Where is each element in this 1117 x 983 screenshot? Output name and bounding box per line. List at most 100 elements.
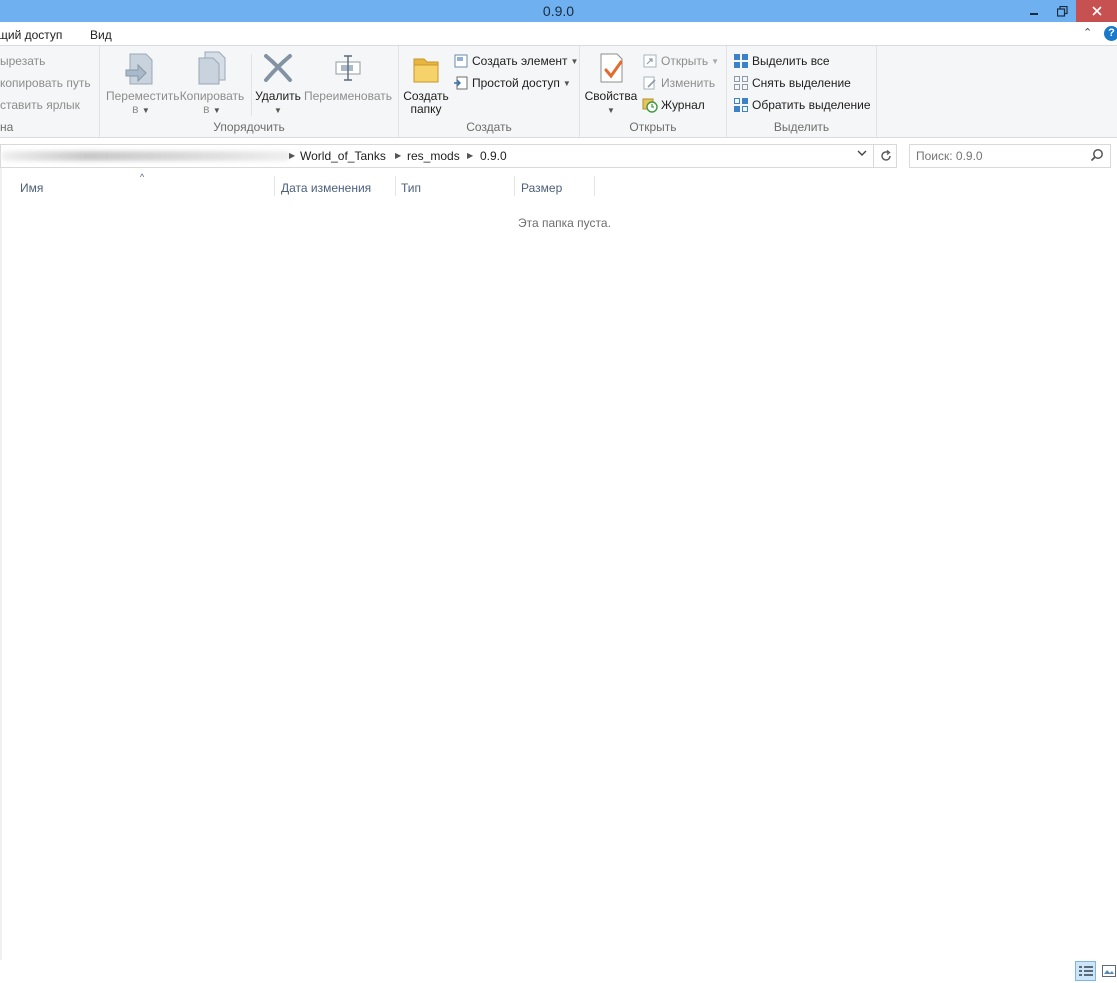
open-group-label: Открыть <box>629 120 677 134</box>
copy-path-label: копировать путь <box>0 76 91 90</box>
large-icons-view-icon <box>1101 965 1116 977</box>
delete-label: Удалить <box>255 89 301 103</box>
breadcrumb-world-of-tanks[interactable]: World_of_Tanks <box>300 149 386 163</box>
copy-path-button[interactable]: копировать путь <box>0 74 91 92</box>
organize-group: Переместить в ▼ Копировать в ▼ Удалить ▼… <box>100 46 399 138</box>
column-divider[interactable] <box>514 176 515 196</box>
refresh-button[interactable] <box>873 145 897 167</box>
open-icon <box>642 53 658 69</box>
ribbon-collapse-icon[interactable]: ⌃ <box>1083 26 1092 39</box>
open-dropdown-icon: ▼ <box>711 56 720 66</box>
close-button[interactable] <box>1076 0 1117 22</box>
paste-shortcut-button[interactable]: ставить ярлык <box>0 96 80 114</box>
search-icon[interactable] <box>1090 148 1104 165</box>
delete-icon <box>260 50 296 86</box>
search-box[interactable] <box>909 144 1111 168</box>
delete-dropdown-icon: ▼ <box>274 106 282 115</box>
move-to-icon <box>123 50 159 86</box>
clipboard-group: ырезать копировать путь ставить ярлык на <box>0 46 100 138</box>
column-header-name[interactable]: Имя <box>20 181 43 195</box>
rename-icon <box>330 50 366 86</box>
invert-selection-button[interactable]: Обратить выделение <box>733 96 871 114</box>
breadcrumb-current[interactable]: 0.9.0 <box>480 149 507 163</box>
select-none-icon <box>733 75 749 91</box>
restore-icon <box>1056 5 1068 17</box>
window-title: 0.9.0 <box>542 3 575 19</box>
open-button[interactable]: Открыть ▼ <box>642 52 719 70</box>
restore-button[interactable] <box>1048 0 1076 22</box>
minimize-button[interactable] <box>1020 0 1048 22</box>
properties-button[interactable]: Свойства ▼ <box>584 50 638 117</box>
select-group: Выделить все Снять выделение Обратить вы… <box>727 46 877 138</box>
select-all-icon <box>733 53 749 69</box>
clipboard-group-label: на <box>0 120 14 134</box>
paste-shortcut-label: ставить ярлык <box>0 98 80 112</box>
blurred-path <box>1 151 291 161</box>
tab-share[interactable]: щий доступ <box>0 28 62 42</box>
properties-label: Свойства <box>584 89 638 103</box>
easy-access-button[interactable]: Простой доступ ▼ <box>453 74 571 92</box>
column-divider[interactable] <box>395 176 396 196</box>
select-all-label: Выделить все <box>752 54 830 68</box>
address-history-dropdown-icon[interactable] <box>857 149 867 160</box>
select-all-button[interactable]: Выделить все <box>733 52 830 70</box>
copy-to-label-2: в <box>203 102 210 116</box>
organize-divider <box>251 54 252 116</box>
breadcrumb-res-mods[interactable]: res_mods <box>407 149 460 163</box>
column-header-size[interactable]: Размер <box>521 181 562 195</box>
history-icon <box>642 97 658 113</box>
column-header-date[interactable]: Дата изменения <box>281 181 371 195</box>
copy-to-icon <box>194 50 230 86</box>
new-folder-button[interactable]: Создать папку <box>403 50 449 116</box>
search-input[interactable] <box>916 148 1086 164</box>
close-icon <box>1091 6 1102 16</box>
easy-access-icon <box>453 75 469 91</box>
column-divider[interactable] <box>274 176 275 196</box>
minimize-icon <box>1030 13 1038 15</box>
folder-icon <box>408 50 444 86</box>
copy-to-dropdown-icon: ▼ <box>212 106 221 115</box>
cut-button[interactable]: ырезать <box>0 52 45 70</box>
refresh-icon <box>880 150 891 161</box>
new-folder-label-2: папку <box>410 102 442 116</box>
tab-view[interactable]: Вид <box>90 28 112 42</box>
delete-button[interactable]: Удалить ▼ <box>254 50 302 117</box>
new-group-label: Создать <box>466 120 512 134</box>
move-to-button[interactable]: Переместить в ▼ <box>106 50 180 117</box>
navigation-pane-edge <box>0 168 2 960</box>
large-icons-view-button[interactable] <box>1098 961 1117 981</box>
title-bar: 0.9.0 <box>0 0 1117 22</box>
column-divider[interactable] <box>594 176 595 196</box>
organize-group-label: Упорядочить <box>213 120 285 134</box>
rename-button[interactable]: Переименовать <box>302 50 394 103</box>
breadcrumb-separator-icon[interactable]: ▶ <box>395 151 401 160</box>
new-item-button[interactable]: Создать элемент ▼ <box>453 52 578 70</box>
properties-dropdown-icon: ▼ <box>607 106 615 115</box>
easy-access-label: Простой доступ <box>472 76 560 90</box>
address-bar[interactable]: ▶ World_of_Tanks ▶ res_mods ▶ 0.9.0 <box>0 144 897 168</box>
easy-access-dropdown-icon: ▼ <box>562 78 571 88</box>
edit-label: Изменить <box>661 76 716 90</box>
cut-label: ырезать <box>0 54 46 68</box>
new-item-label: Создать элемент <box>472 54 568 68</box>
select-group-label: Выделить <box>773 120 830 134</box>
column-header-type[interactable]: Тип <box>401 181 421 195</box>
rename-label: Переименовать <box>304 89 392 103</box>
invert-selection-icon <box>733 97 749 113</box>
move-to-label-2: в <box>132 102 139 116</box>
copy-to-button[interactable]: Копировать в ▼ <box>178 50 246 117</box>
details-view-icon <box>1078 966 1093 976</box>
history-button[interactable]: Журнал <box>642 96 705 114</box>
edit-icon <box>642 75 658 91</box>
open-label: Открыть <box>661 54 709 68</box>
history-label: Журнал <box>661 98 705 112</box>
new-item-icon <box>453 53 469 69</box>
help-icon[interactable]: ? <box>1104 26 1117 41</box>
breadcrumb-separator-icon[interactable]: ▶ <box>467 151 473 160</box>
select-none-button[interactable]: Снять выделение <box>733 74 851 92</box>
edit-button[interactable]: Изменить <box>642 74 715 92</box>
invert-selection-label: Обратить выделение <box>752 98 871 112</box>
open-group: Свойства ▼ Открыть ▼ Изменить Журнал Отк… <box>580 46 727 138</box>
move-to-dropdown-icon: ▼ <box>141 106 150 115</box>
details-view-button[interactable] <box>1075 961 1096 981</box>
